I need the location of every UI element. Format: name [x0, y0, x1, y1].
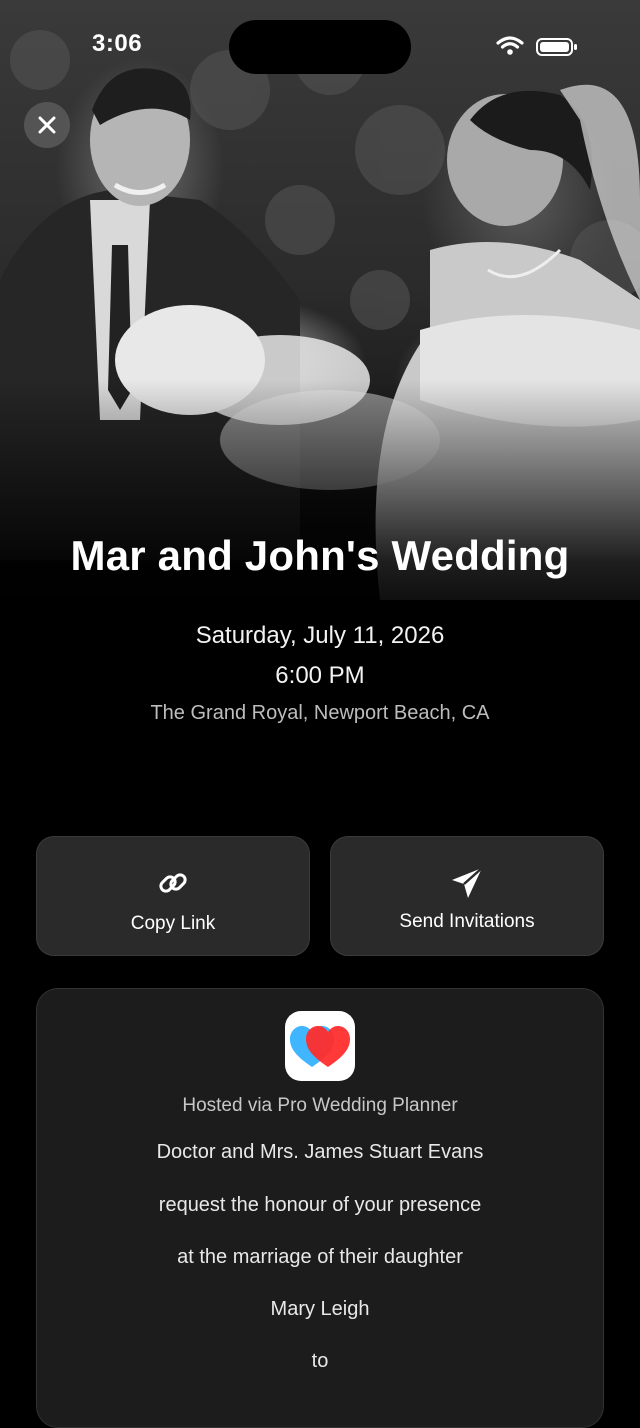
event-date: Saturday, July 11, 2026: [195, 622, 445, 649]
hosted-via-text: Hosted via Pro Wedding Planner: [182, 1095, 458, 1116]
event-title: Mar and John's Wedding: [70, 532, 570, 579]
status-bar: 3:06: [0, 0, 640, 96]
invitation-line-hosts: Doctor and Mrs. James Stuart Evans: [156, 1141, 484, 1163]
close-button[interactable]: [24, 102, 70, 148]
invitation-line-bride: Mary Leigh: [270, 1298, 370, 1320]
battery-icon: [536, 38, 577, 56]
copy-link-label: Copy Link: [130, 913, 216, 934]
hearts-app-icon: [285, 1011, 355, 1081]
event-venue: The Grand Royal, Newport Beach, CA: [150, 702, 490, 724]
dynamic-island: [229, 20, 411, 74]
invitation-card: Hosted via Pro Wedding Planner Doctor an…: [36, 988, 604, 1428]
close-icon: [38, 116, 56, 134]
event-time: 6:00 PM: [275, 662, 365, 689]
link-icon: [159, 873, 187, 893]
send-invitations-button[interactable]: Send Invitations: [330, 836, 604, 956]
invitation-line-to: to: [311, 1350, 329, 1372]
send-invitations-label: Send Invitations: [399, 911, 535, 932]
copy-link-button[interactable]: Copy Link: [36, 836, 310, 956]
invitation-line-request: request the honour of your presence: [158, 1194, 482, 1216]
invitation-line-marriage: at the marriage of their daughter: [177, 1246, 463, 1268]
paper-plane-icon: [452, 867, 483, 898]
status-time: 3:06: [92, 30, 143, 57]
wifi-icon: [496, 36, 524, 55]
